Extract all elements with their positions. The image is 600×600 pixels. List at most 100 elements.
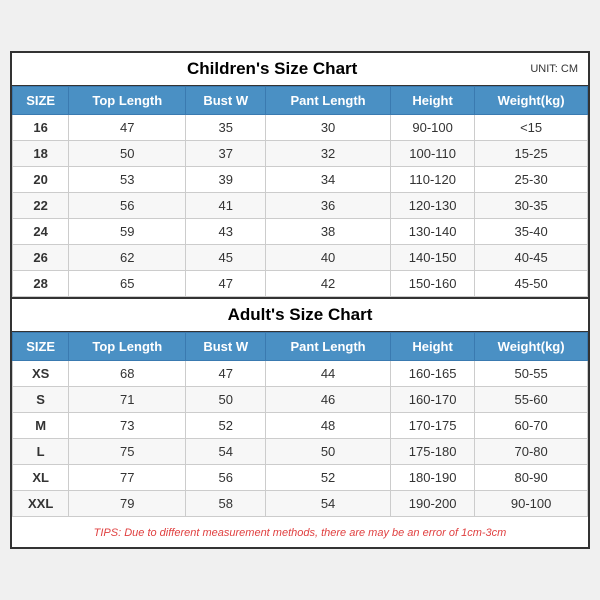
table-row: 1647353090-100<15: [13, 115, 588, 141]
adult-header-cell: Pant Length: [266, 333, 391, 361]
children-header-cell: Pant Length: [266, 87, 391, 115]
table-cell: XXL: [13, 491, 69, 517]
adult-header-cell: Height: [391, 333, 475, 361]
adult-header-row: SIZETop LengthBust WPant LengthHeightWei…: [13, 333, 588, 361]
table-cell: 32: [266, 141, 391, 167]
children-table: SIZETop LengthBust WPant LengthHeightWei…: [12, 86, 588, 297]
table-cell: 22: [13, 193, 69, 219]
children-header-cell: Top Length: [69, 87, 186, 115]
table-cell: 37: [186, 141, 266, 167]
table-cell: 90-100: [475, 491, 588, 517]
children-header-row: SIZETop LengthBust WPant LengthHeightWei…: [13, 87, 588, 115]
table-cell: 50: [186, 387, 266, 413]
table-row: XL775652180-19080-90: [13, 465, 588, 491]
table-cell: 45-50: [475, 271, 588, 297]
adult-header-cell: Bust W: [186, 333, 266, 361]
table-cell: 15-25: [475, 141, 588, 167]
table-cell: 79: [69, 491, 186, 517]
table-cell: 16: [13, 115, 69, 141]
table-cell: 62: [69, 245, 186, 271]
table-cell: S: [13, 387, 69, 413]
table-row: 26624540140-15040-45: [13, 245, 588, 271]
table-cell: 100-110: [391, 141, 475, 167]
table-cell: 20: [13, 167, 69, 193]
table-cell: <15: [475, 115, 588, 141]
table-cell: 25-30: [475, 167, 588, 193]
table-cell: 47: [186, 361, 266, 387]
table-row: 20533934110-12025-30: [13, 167, 588, 193]
table-cell: 80-90: [475, 465, 588, 491]
table-cell: 50-55: [475, 361, 588, 387]
children-header-cell: SIZE: [13, 87, 69, 115]
table-cell: 50: [266, 439, 391, 465]
adult-table: SIZETop LengthBust WPant LengthHeightWei…: [12, 332, 588, 517]
table-cell: 110-120: [391, 167, 475, 193]
table-cell: 48: [266, 413, 391, 439]
size-chart-container: Children's Size Chart UNIT: CM SIZETop L…: [10, 51, 590, 549]
table-cell: 70-80: [475, 439, 588, 465]
table-row: M735248170-17560-70: [13, 413, 588, 439]
table-cell: 160-170: [391, 387, 475, 413]
table-row: 22564136120-13030-35: [13, 193, 588, 219]
table-cell: 36: [266, 193, 391, 219]
table-cell: 170-175: [391, 413, 475, 439]
table-cell: 120-130: [391, 193, 475, 219]
table-cell: 190-200: [391, 491, 475, 517]
table-cell: 140-150: [391, 245, 475, 271]
children-section-title: Children's Size Chart: [22, 59, 522, 79]
table-cell: 60-70: [475, 413, 588, 439]
table-cell: 68: [69, 361, 186, 387]
unit-label: UNIT: CM: [530, 63, 578, 75]
table-cell: 42: [266, 271, 391, 297]
table-cell: 26: [13, 245, 69, 271]
table-cell: 40: [266, 245, 391, 271]
table-cell: 90-100: [391, 115, 475, 141]
adult-header-cell: Top Length: [69, 333, 186, 361]
table-row: XXL795854190-20090-100: [13, 491, 588, 517]
table-row: S715046160-17055-60: [13, 387, 588, 413]
table-cell: 130-140: [391, 219, 475, 245]
table-cell: 59: [69, 219, 186, 245]
table-cell: 18: [13, 141, 69, 167]
children-header-cell: Bust W: [186, 87, 266, 115]
table-cell: 47: [69, 115, 186, 141]
table-cell: 43: [186, 219, 266, 245]
table-cell: 52: [186, 413, 266, 439]
table-cell: 39: [186, 167, 266, 193]
tips-text: TIPS: Due to different measurement metho…: [94, 527, 507, 539]
table-cell: XS: [13, 361, 69, 387]
table-cell: 75: [69, 439, 186, 465]
table-row: XS684744160-16550-55: [13, 361, 588, 387]
table-cell: M: [13, 413, 69, 439]
table-cell: XL: [13, 465, 69, 491]
table-row: 24594338130-14035-40: [13, 219, 588, 245]
table-row: 28654742150-16045-50: [13, 271, 588, 297]
table-cell: 150-160: [391, 271, 475, 297]
table-cell: 40-45: [475, 245, 588, 271]
table-cell: 34: [266, 167, 391, 193]
table-cell: 56: [186, 465, 266, 491]
table-cell: 30: [266, 115, 391, 141]
table-cell: 52: [266, 465, 391, 491]
table-cell: 58: [186, 491, 266, 517]
children-title-row: Children's Size Chart UNIT: CM: [12, 53, 588, 86]
adult-header-cell: Weight(kg): [475, 333, 588, 361]
table-cell: 38: [266, 219, 391, 245]
table-cell: 54: [186, 439, 266, 465]
table-row: 18503732100-11015-25: [13, 141, 588, 167]
table-cell: 50: [69, 141, 186, 167]
table-cell: 35: [186, 115, 266, 141]
table-cell: 160-165: [391, 361, 475, 387]
children-header-cell: Weight(kg): [475, 87, 588, 115]
table-cell: 47: [186, 271, 266, 297]
table-cell: 46: [266, 387, 391, 413]
children-header-cell: Height: [391, 87, 475, 115]
table-cell: 44: [266, 361, 391, 387]
table-cell: 180-190: [391, 465, 475, 491]
adult-section-title: Adult's Size Chart: [22, 305, 578, 325]
table-cell: 175-180: [391, 439, 475, 465]
adult-header-cell: SIZE: [13, 333, 69, 361]
table-cell: 28: [13, 271, 69, 297]
table-cell: 56: [69, 193, 186, 219]
table-row: L755450175-18070-80: [13, 439, 588, 465]
